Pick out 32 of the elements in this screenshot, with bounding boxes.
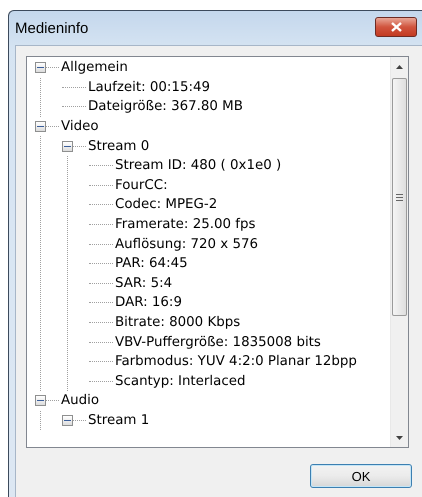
tree-item[interactable]: Bitrate: 8000 Kbps xyxy=(115,315,240,330)
scrollbar[interactable] xyxy=(390,57,408,447)
grip-icon xyxy=(396,194,403,200)
window-title: Medieninfo xyxy=(15,20,88,36)
tree-item[interactable]: FourCC: xyxy=(115,178,168,193)
collapse-icon[interactable] xyxy=(62,140,73,152)
tree-item[interactable]: VBV-Puffergröße: 1835008 bits xyxy=(115,334,321,350)
close-icon xyxy=(390,22,402,32)
collapse-icon[interactable] xyxy=(35,121,46,132)
scroll-down-icon[interactable] xyxy=(396,436,403,440)
tree-item[interactable]: Codec: MPEG-2 xyxy=(115,197,218,212)
tree-item[interactable]: Dateigröße: 367.80 MB xyxy=(88,99,243,114)
tree-item[interactable]: SAR: 5:4 xyxy=(115,276,172,291)
collapse-icon[interactable] xyxy=(35,62,46,74)
collapse-icon[interactable] xyxy=(62,414,73,426)
tree-item[interactable]: Stream ID: 480 ( 0x1e0 ) xyxy=(115,158,282,174)
tree-item[interactable]: PAR: 64:45 xyxy=(115,256,188,272)
tree-item[interactable]: Allgemein xyxy=(61,60,128,76)
tree-item[interactable]: Video xyxy=(61,119,99,134)
tree-item[interactable]: Framerate: 25.00 fps xyxy=(115,217,256,232)
tree-item[interactable]: Stream 0 xyxy=(88,138,150,154)
tree-item[interactable]: Audio xyxy=(61,393,100,408)
tree-item[interactable]: DAR: 16:9 xyxy=(115,295,182,310)
tree-item[interactable]: Stream 1 xyxy=(88,412,150,428)
close-button[interactable] xyxy=(375,17,417,37)
tree-item[interactable]: Farbmodus: YUV 4:2:0 Planar 12bpp xyxy=(115,354,357,370)
scroll-up-icon[interactable] xyxy=(396,64,403,68)
ok-button[interactable]: OK xyxy=(310,464,412,488)
tree-item[interactable]: Auflösung: 720 x 576 xyxy=(115,236,258,252)
collapse-icon[interactable] xyxy=(35,395,46,406)
tree-item[interactable]: Scantyp: Interlaced xyxy=(115,374,246,389)
tree-item[interactable]: Laufzeit: 00:15:49 xyxy=(88,80,210,95)
